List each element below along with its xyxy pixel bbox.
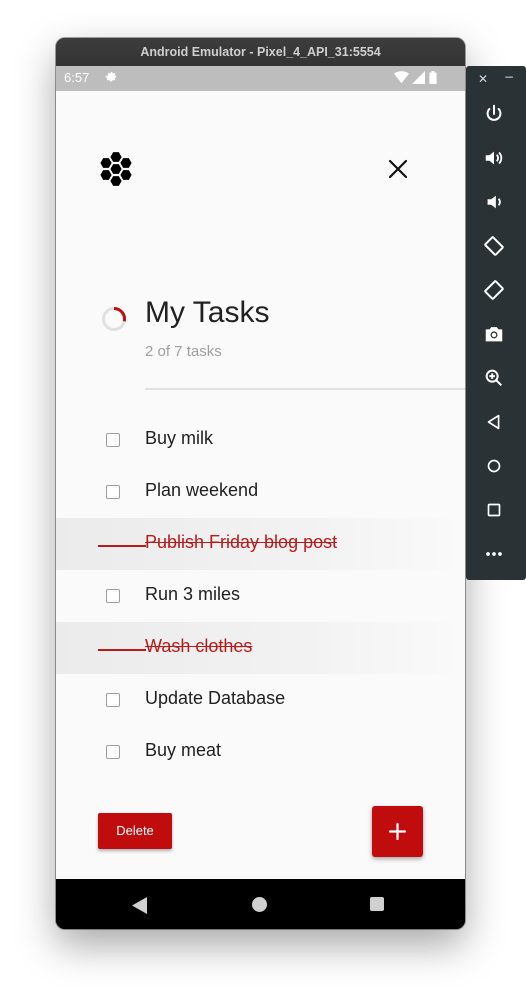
task-item[interactable]: Buy milk — [56, 414, 465, 466]
strikethrough-line — [98, 545, 146, 547]
task-item[interactable]: Update Database — [56, 674, 465, 726]
status-icons — [393, 71, 437, 87]
gear-icon — [105, 71, 117, 82]
task-list: Buy milk Plan weekend Publish Friday blog … — [56, 414, 465, 778]
task-item[interactable]: Wash clothes — [56, 622, 465, 674]
status-bar: 6:57 — [56, 66, 465, 91]
task-count: 2 of 7 tasks — [145, 343, 222, 360]
task-label: Wash clothes — [145, 636, 253, 656]
rotate-left-icon[interactable] — [483, 235, 505, 257]
power-icon[interactable] — [483, 103, 505, 125]
hexagon-cell — [110, 176, 122, 186]
emulator-window: Android Emulator - Pixel_4_API_31:5554 6… — [56, 38, 465, 929]
task-checkbox[interactable] — [106, 693, 120, 707]
task-label: Buy milk — [145, 428, 214, 448]
task-item[interactable]: Plan weekend — [56, 466, 465, 518]
strikethrough-line — [98, 649, 146, 651]
signal-icon — [412, 71, 426, 84]
wifi-icon — [393, 71, 409, 84]
divider — [145, 388, 465, 390]
task-item[interactable]: Run 3 miles — [56, 570, 465, 622]
side-panel-header: ✕ − — [466, 66, 526, 94]
home-icon[interactable] — [252, 897, 267, 912]
close-icon[interactable] — [386, 157, 410, 181]
volume-up-icon[interactable] — [483, 147, 505, 169]
home-icon[interactable] — [483, 455, 505, 477]
task-label: Publish Friday blog post — [145, 532, 338, 552]
rotate-right-icon[interactable] — [483, 279, 505, 301]
task-checkbox[interactable] — [106, 433, 120, 447]
minimize-icon[interactable]: − — [504, 70, 514, 84]
recents-icon[interactable] — [370, 897, 384, 911]
zoom-icon[interactable] — [483, 367, 505, 389]
app-screen: My Tasks 2 of 7 tasks Buy milk Plan weeke… — [56, 91, 465, 879]
hexagon-cell — [120, 170, 132, 180]
battery-icon — [429, 71, 437, 84]
back-icon[interactable] — [132, 897, 148, 914]
task-label: Plan weekend — [145, 480, 259, 500]
close-icon[interactable]: ✕ — [478, 72, 488, 86]
task-label: Update Database — [145, 688, 286, 708]
progress-arc — [113, 307, 126, 322]
camera-icon[interactable] — [483, 323, 505, 345]
more-icon[interactable] — [483, 543, 505, 565]
volume-down-icon[interactable] — [483, 191, 505, 213]
hexagon-cell — [100, 170, 112, 180]
emulator-side-panel: ✕ − — [466, 66, 526, 580]
task-label: Run 3 miles — [145, 584, 241, 604]
page-title: My Tasks — [145, 296, 270, 329]
task-checkbox[interactable] — [106, 745, 120, 759]
overview-icon[interactable] — [483, 499, 505, 521]
add-task-button[interactable] — [372, 806, 423, 857]
hexagon-cell — [100, 158, 112, 168]
hexagon-cell — [120, 158, 132, 168]
nav-bar — [56, 879, 465, 929]
window-title: Android Emulator - Pixel_4_API_31:5554 — [56, 38, 465, 66]
task-item[interactable]: Publish Friday blog post — [56, 518, 465, 570]
delete-button[interactable]: Delete — [98, 813, 172, 849]
task-checkbox[interactable] — [106, 485, 120, 499]
hexagon-cell — [110, 152, 122, 162]
task-checkbox[interactable] — [106, 589, 120, 603]
task-item[interactable]: Buy meat — [56, 726, 465, 778]
plus-icon — [388, 822, 407, 841]
back-icon[interactable] — [483, 411, 505, 433]
task-label: Buy meat — [145, 740, 222, 760]
hexagon-logo-icon — [100, 152, 132, 186]
status-time: 6:57 — [64, 70, 90, 85]
progress-ring — [102, 307, 126, 331]
hexagon-cell — [110, 164, 122, 174]
